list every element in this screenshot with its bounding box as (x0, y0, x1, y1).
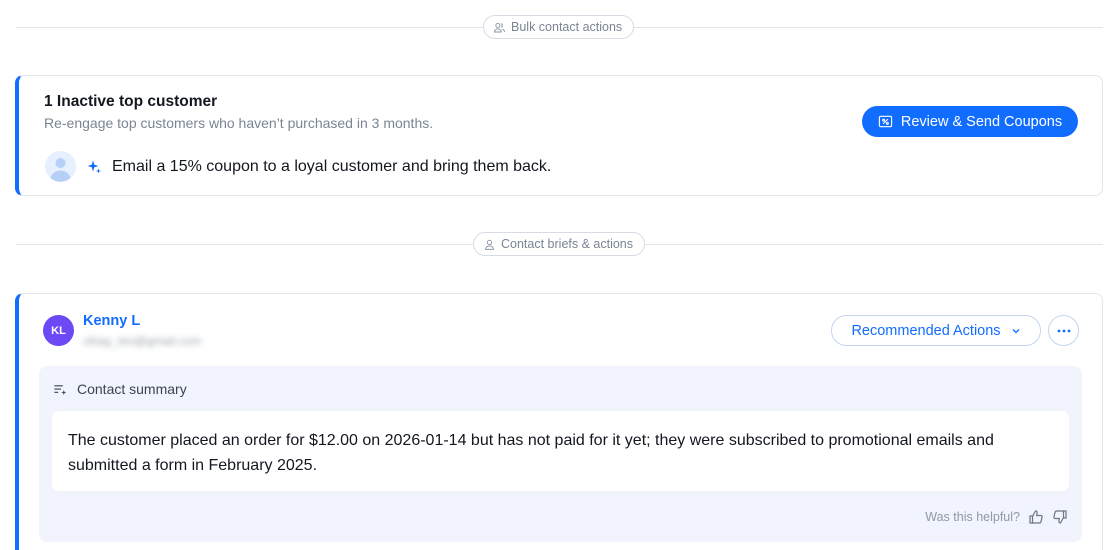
thumbs-up-icon[interactable] (1028, 509, 1044, 525)
summary-header: Contact summary (53, 381, 187, 397)
more-actions-button[interactable] (1048, 315, 1079, 346)
more-horizontal-icon (1057, 329, 1071, 333)
avatar-placeholder-icon (45, 151, 76, 182)
card-subtitle: Re-engage top customers who haven’t purc… (44, 115, 434, 131)
summary-text: The customer placed an order for $12.00 … (52, 411, 1069, 491)
avatar: KL (43, 315, 74, 346)
inactive-customer-card: 1 Inactive top customer Re-engage top cu… (15, 75, 1103, 196)
coupon-icon (878, 114, 893, 129)
contact-summary-panel: Contact summary The customer placed an o… (39, 366, 1082, 542)
helpful-prompt: Was this helpful? (925, 510, 1020, 524)
helpful-feedback: Was this helpful? (925, 509, 1068, 525)
review-send-coupons-label: Review & Send Coupons (900, 113, 1063, 130)
review-send-coupons-button[interactable]: Review & Send Coupons (862, 106, 1078, 137)
suggestion-row: Email a 15% coupon to a loyal customer a… (45, 151, 551, 182)
bulk-contact-actions-label: Bulk contact actions (483, 15, 635, 39)
user-icon (483, 238, 496, 251)
suggestion-text: Email a 15% coupon to a loyal customer a… (112, 157, 552, 175)
chevron-down-icon (1011, 326, 1021, 336)
contact-brief-card: KL Kenny L ufsay_leo@gmail.com Recommend… (15, 293, 1103, 550)
recommended-actions-button[interactable]: Recommended Actions (831, 315, 1041, 346)
recommended-actions-label: Recommended Actions (851, 322, 1001, 339)
bulk-contact-actions-text: Bulk contact actions (511, 20, 623, 34)
contact-briefs-text: Contact briefs & actions (501, 237, 634, 251)
ai-list-icon (53, 382, 68, 397)
users-icon (493, 21, 506, 34)
summary-title: Contact summary (77, 381, 187, 397)
contact-email: ufsay_leo@gmail.com (83, 334, 202, 348)
contact-name-link[interactable]: Kenny L (83, 313, 140, 329)
thumbs-down-icon[interactable] (1052, 509, 1068, 525)
sparkle-icon (86, 159, 102, 175)
card-title: 1 Inactive top customer (44, 93, 218, 110)
contact-briefs-label: Contact briefs & actions (473, 232, 646, 256)
